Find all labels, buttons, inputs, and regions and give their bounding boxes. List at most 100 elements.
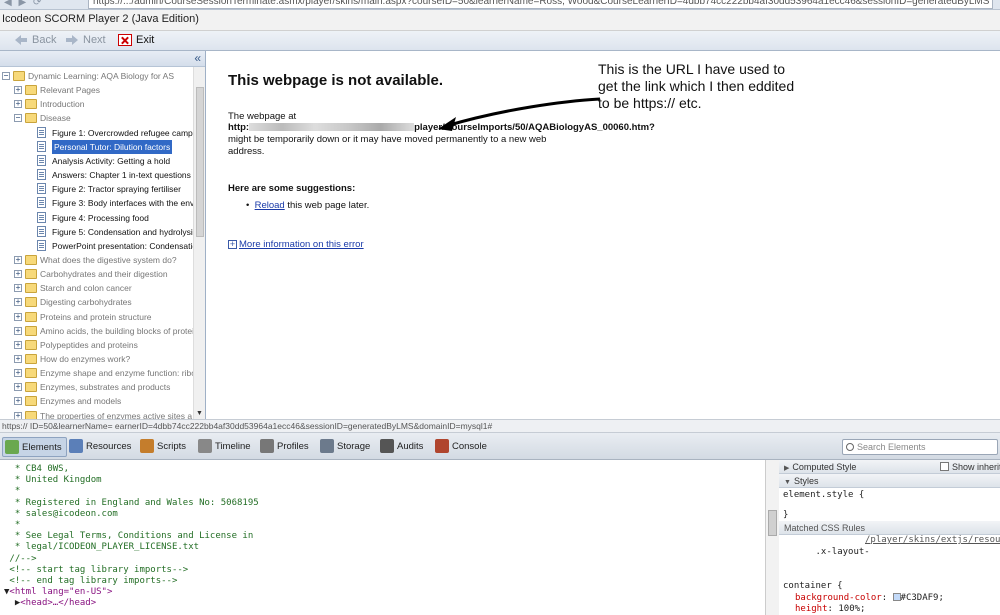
css-property-value: #C3DAF9; bbox=[900, 592, 944, 603]
folder-icon bbox=[25, 85, 37, 96]
expand-plus-icon[interactable]: + bbox=[14, 100, 22, 109]
head-node[interactable]: ▶<head>…</head> bbox=[4, 598, 765, 609]
expand-plus-icon[interactable]: + bbox=[14, 411, 22, 419]
source-comment-block: * CB4 0WS, * United Kingdom * * Register… bbox=[4, 464, 765, 587]
source-line: <!-- start tag library imports--> bbox=[4, 564, 189, 575]
html-node[interactable]: ▼<html lang="en-US"> bbox=[4, 587, 765, 598]
back-button[interactable]: Back bbox=[14, 34, 56, 46]
next-arrow-icon bbox=[65, 34, 79, 46]
audits-tab-icon bbox=[380, 439, 394, 454]
search-elements-input[interactable]: Search Elements bbox=[842, 439, 998, 455]
source-scrollbar-thumb[interactable] bbox=[768, 510, 777, 536]
reload-link[interactable]: Reload bbox=[255, 200, 285, 211]
css-property[interactable]: height: 100%; bbox=[779, 604, 1000, 615]
tab-resources[interactable]: Resources bbox=[67, 437, 135, 457]
devtools-toolbar: Elements Resources Scripts Timeline Profiles… bbox=[0, 433, 1000, 460]
tree-item-label: Figure 2: Tractor spraying fertiliser bbox=[52, 184, 181, 195]
expand-plus-icon[interactable]: + bbox=[14, 284, 22, 293]
tab-scripts[interactable]: Scripts bbox=[138, 437, 190, 457]
color-swatch[interactable] bbox=[892, 593, 901, 601]
storage-tab-icon bbox=[320, 439, 334, 454]
css-selector[interactable]: .x-layout- /player/skins/extjs/resou bbox=[779, 535, 1000, 581]
error-url-prefix: http: bbox=[228, 122, 250, 133]
collapse-minus-icon[interactable]: − bbox=[14, 114, 22, 123]
expand-plus-icon[interactable]: + bbox=[14, 298, 22, 307]
tab-audits[interactable]: Audits bbox=[378, 437, 427, 457]
annotation-arrow-icon bbox=[438, 97, 601, 131]
collapse-panel-icon[interactable]: « bbox=[194, 51, 201, 65]
timeline-tab-icon bbox=[198, 439, 212, 454]
content-frame: This webpage is not available. The webpa… bbox=[210, 51, 1000, 419]
expand-plus-icon[interactable]: + bbox=[14, 397, 22, 406]
tree-panel-header: « bbox=[0, 51, 205, 67]
computed-style-header[interactable]: ▶Computed Style Show inherited bbox=[779, 460, 1000, 474]
document-icon bbox=[37, 225, 46, 237]
folder-icon bbox=[25, 113, 37, 124]
browser-nav-icons[interactable]: ◀ ▶ ⟳ bbox=[4, 0, 43, 8]
suggestions-heading: Here are some suggestions: bbox=[228, 183, 356, 194]
tab-label: Profiles bbox=[277, 441, 309, 452]
profiles-tab-icon bbox=[260, 439, 274, 454]
exit-button[interactable]: Exit bbox=[118, 34, 154, 47]
folder-icon bbox=[25, 311, 37, 322]
tree-item-label: Proteins and protein structure bbox=[40, 311, 152, 322]
folder-icon bbox=[25, 325, 37, 336]
suggestion-item: • Reload this web page later. bbox=[246, 200, 369, 211]
expand-plus-icon[interactable]: + bbox=[14, 383, 22, 392]
dom-source-view[interactable]: * Cambridge * CB4 0WS, * United Kingdom … bbox=[0, 460, 765, 615]
expand-plus-icon[interactable]: + bbox=[14, 255, 22, 264]
annotation-line: get the link which I then eddited bbox=[598, 78, 795, 94]
error-line-4: address. bbox=[228, 146, 265, 157]
head-tag: <head>…</head> bbox=[20, 598, 97, 609]
document-icon bbox=[37, 126, 46, 138]
tab-timeline[interactable]: Timeline bbox=[196, 437, 255, 457]
expand-plus-icon[interactable]: + bbox=[228, 239, 237, 249]
more-info-link[interactable]: More information on this error bbox=[239, 239, 364, 250]
tab-elements[interactable]: Elements bbox=[2, 437, 67, 457]
tree-item-label: Carbohydrates and their digestion bbox=[40, 269, 168, 280]
expand-plus-icon[interactable]: + bbox=[14, 270, 22, 279]
source-scrollbar[interactable] bbox=[765, 460, 779, 615]
collapse-triangle-icon[interactable]: ▶ bbox=[4, 598, 20, 608]
css-property[interactable]: background-color: #C3DAF9; bbox=[779, 593, 1000, 605]
tab-profiles[interactable]: Profiles bbox=[258, 437, 313, 457]
tree-scrollbar[interactable]: ▼ bbox=[193, 67, 205, 419]
collapse-minus-icon[interactable]: − bbox=[2, 72, 10, 80]
app-title-bar: Icodeon SCORM Player 2 (Java Edition) bbox=[0, 10, 1000, 31]
tree-item-label: Digesting carbohydrates bbox=[40, 297, 132, 308]
expand-plus-icon[interactable]: + bbox=[14, 312, 22, 321]
address-field[interactable]: https://.../admin/CourseSessionTerminate… bbox=[88, 0, 993, 9]
tree-item-label: Enzyme shape and enzyme function: ribo bbox=[40, 368, 196, 379]
expand-plus-icon[interactable]: + bbox=[14, 326, 22, 335]
expand-plus-icon[interactable]: + bbox=[14, 340, 22, 349]
redacted-url-part bbox=[249, 123, 415, 132]
tab-console[interactable]: Console bbox=[433, 437, 491, 457]
tab-label: Timeline bbox=[215, 441, 251, 452]
tree-scrollbar-thumb[interactable] bbox=[196, 87, 204, 237]
annotation-line: to be https:// etc. bbox=[598, 95, 702, 111]
styles-header[interactable]: ▼ Styles bbox=[779, 474, 1000, 488]
css-selector-cont: container { bbox=[783, 581, 843, 591]
expand-plus-icon[interactable]: + bbox=[14, 369, 22, 378]
document-icon bbox=[37, 239, 46, 251]
tree-item-label: Enzymes, substrates and products bbox=[40, 382, 171, 393]
scroll-down-icon[interactable]: ▼ bbox=[196, 410, 203, 417]
element-style-rule[interactable]: element.style { bbox=[779, 488, 1000, 502]
tree-item-label: Relevant Pages bbox=[40, 85, 101, 96]
more-info-row[interactable]: + More information on this error bbox=[228, 239, 364, 250]
folder-icon bbox=[13, 71, 25, 81]
folder-icon bbox=[25, 283, 37, 294]
css-rule-source-link[interactable]: /player/skins/extjs/resou bbox=[865, 535, 1000, 547]
document-icon bbox=[37, 197, 46, 209]
source-line: //--> bbox=[4, 553, 37, 564]
tree-item-label: PowerPoint presentation: Condensation bbox=[52, 240, 202, 251]
tree-item-label: Enzymes and models bbox=[40, 396, 122, 407]
source-line: * See Legal Terms, Conditions and Licens… bbox=[4, 531, 254, 542]
expanded-triangle-icon: ▼ bbox=[784, 479, 791, 486]
app-title: Icodeon SCORM Player 2 (Java Edition) bbox=[2, 13, 199, 25]
next-button[interactable]: Next bbox=[65, 34, 106, 46]
show-inherited-checkbox[interactable] bbox=[940, 462, 949, 471]
expand-plus-icon[interactable]: + bbox=[14, 355, 22, 363]
tab-storage[interactable]: Storage bbox=[318, 437, 374, 457]
expand-plus-icon[interactable]: + bbox=[14, 86, 22, 95]
